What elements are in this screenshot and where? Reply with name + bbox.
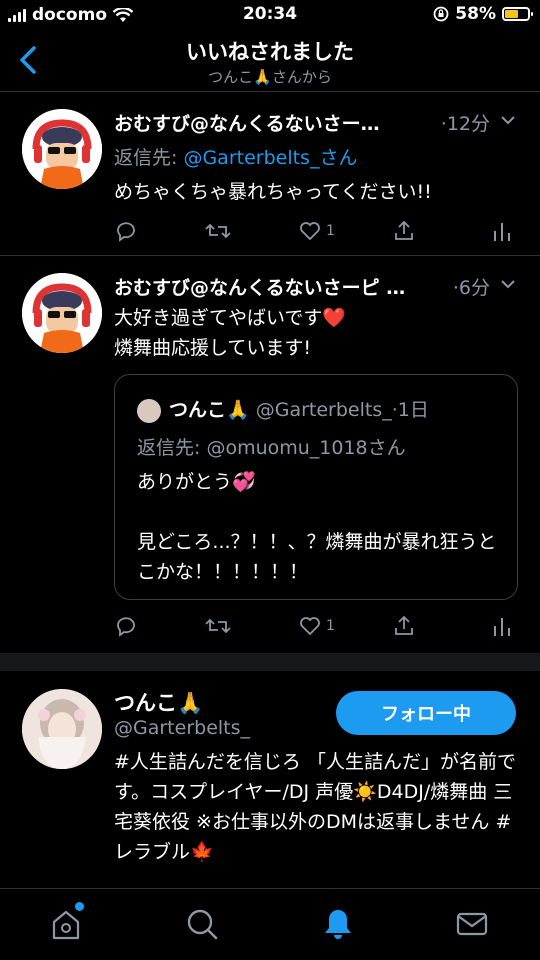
home-icon [52, 910, 80, 940]
tab-bar [0, 890, 540, 960]
tab-search[interactable] [184, 906, 220, 942]
notifications-icon [325, 910, 351, 939]
chevron-down-icon[interactable] [500, 279, 516, 289]
page-header: いいねされました つんこ🙏さんから [0, 30, 540, 92]
tweet-text-line: 大好き過ぎてやばいです❤️ [114, 307, 347, 329]
chevron-down-icon[interactable] [500, 115, 516, 125]
analytics-button[interactable] [492, 219, 512, 243]
reply-button[interactable] [114, 614, 138, 638]
tweet-actions: 1 [114, 219, 514, 243]
analytics-icon [494, 618, 510, 636]
status-bar: docomo 20:34 58% [0, 0, 540, 30]
share-button[interactable] [392, 219, 416, 243]
tweet-text-line: 燐舞曲応援しています! [114, 337, 312, 359]
page-subtitle: つんこ🙏さんから [208, 68, 332, 86]
author-name[interactable]: おむすび@なんくるないさー… [114, 109, 380, 136]
analytics-button[interactable] [492, 614, 512, 638]
user-card[interactable]: つんこ🙏 @Garterbelts_ フォロー中 #人生詰んだを信じろ 「人生詰… [0, 671, 540, 889]
retweet-icon [205, 223, 231, 239]
retweet-icon [205, 618, 231, 634]
avatar[interactable] [22, 689, 102, 769]
search-icon [187, 909, 218, 940]
avatar[interactable] [22, 273, 102, 353]
quoted-tweet[interactable]: つんこ🙏 @Garterbelts_·1日 返信先: @omuomu_1018さ… [114, 374, 518, 600]
reply-handle[interactable]: @Garterbelts_さん [183, 147, 357, 169]
tweet-time: ·6分 [452, 277, 490, 299]
heart-icon [300, 617, 320, 636]
following-button[interactable]: フォロー中 [336, 691, 516, 735]
tweet-actions: 1 [114, 614, 514, 638]
tab-notifications[interactable] [320, 906, 356, 942]
quote-avatar [137, 398, 161, 423]
user-handle: @Garterbelts_ [114, 717, 251, 739]
quote-text: ありがとう💞 見どころ...？！！、？燐舞曲が暴れ狂うとこかな！！！！！！ [137, 471, 497, 583]
heart-icon [300, 222, 320, 241]
share-button[interactable] [392, 614, 416, 638]
tweet-time: ·12分 [440, 113, 490, 135]
user-bio: #人生詰んだを信じろ 「人生詰んだ」が名前です。コスプレイヤー/DJ 声優☀️D… [114, 751, 516, 863]
rotation-lock-icon [433, 6, 449, 22]
tweet-text: 大好き過ぎてやばいです❤️ 燐舞曲応援しています! [114, 303, 520, 363]
share-icon [395, 220, 413, 240]
reply-prefix: 返信先: [114, 147, 184, 169]
reply-icon [117, 222, 135, 242]
tab-messages[interactable] [454, 906, 490, 942]
section-divider [0, 653, 540, 671]
avatar[interactable] [22, 109, 102, 189]
like-button[interactable]: 1 [298, 219, 335, 243]
retweet-button[interactable] [204, 219, 232, 243]
like-count: 1 [326, 223, 335, 239]
new-items-dot [75, 902, 84, 911]
battery-percent: 58% [455, 4, 496, 24]
tab-home[interactable] [48, 902, 84, 942]
tweet[interactable]: おむすび@なんくるないさー… ·12分 返信先: @Garterbelts_さん… [0, 93, 540, 256]
page-title: いいねされました [186, 40, 354, 64]
quote-author-handle: @Garterbelts_·1日 [255, 399, 429, 421]
tweet-text: めちゃくちゃ暴れちゃってください!! [114, 181, 432, 203]
reply-to: 返信先: @Garterbelts_さん [114, 143, 357, 170]
reply-icon [117, 617, 135, 637]
share-icon [395, 615, 413, 635]
battery-icon [502, 7, 533, 21]
like-button[interactable]: 1 [298, 614, 335, 638]
retweet-button[interactable] [204, 614, 232, 638]
quote-author-name: つんこ🙏 [169, 399, 250, 421]
author-name[interactable]: おむすび@なんくるないさーピ … [114, 273, 405, 300]
analytics-icon [494, 223, 510, 241]
tweet[interactable]: おむすび@なんくるないさーピ … ·6分 大好き過ぎてやばいです❤️ 燐舞曲応援… [0, 257, 540, 653]
quote-reply-to: 返信先: @omuomu_1018さん [137, 437, 406, 459]
reply-button[interactable] [114, 219, 138, 243]
user-name: つんこ🙏 [114, 691, 204, 715]
messages-icon [456, 912, 488, 936]
like-count: 1 [326, 618, 335, 634]
